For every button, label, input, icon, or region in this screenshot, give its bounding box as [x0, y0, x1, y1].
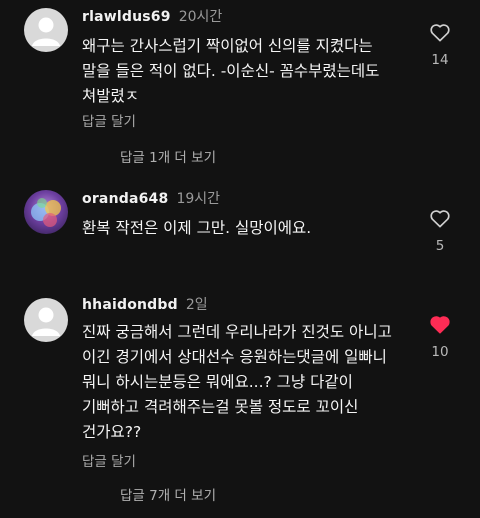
like-button[interactable]: 14 [424, 22, 456, 68]
reply-button[interactable]: 답글 달기 [82, 110, 136, 130]
comment-header: oranda648 19시간 [82, 188, 220, 208]
comment-item: oranda648 19시간 환복 작전은 이제 그만. 실망이에요. 5 [0, 180, 480, 280]
like-count: 14 [431, 52, 449, 68]
timestamp: 2일 [185, 297, 208, 313]
avatar[interactable] [24, 8, 68, 52]
comment-item: hhaidondbd 2일 진짜 궁금해서 그런데 우리나라가 진것도 아니고 이… [0, 290, 480, 518]
comment-text: 왜구는 간사스럽기 짝이없어 신의를 지켰다는 말을 들은 적이 없다. -이순… [82, 37, 380, 105]
username[interactable]: rlawldus69 [82, 9, 171, 25]
timestamp: 20시간 [178, 9, 223, 25]
like-button[interactable]: 10 [424, 314, 456, 360]
comment-header: hhaidondbd 2일 [82, 294, 208, 314]
timestamp: 19시간 [176, 191, 221, 207]
comment-header: rlawldus69 20시간 [82, 6, 222, 26]
heart-filled-icon [430, 316, 450, 334]
like-count: 5 [435, 238, 445, 254]
avatar[interactable] [24, 190, 68, 234]
view-more-replies[interactable]: 답글 7개 더 보기 [120, 484, 216, 504]
like-button[interactable]: 5 [424, 208, 456, 254]
profile-photo-icon [31, 198, 61, 227]
comment-item: rlawldus69 20시간 왜구는 간사스럽기 짝이없어 신의를 지켰다는 말… [0, 0, 480, 170]
heart-outline-icon [430, 210, 450, 228]
username[interactable]: oranda648 [82, 191, 168, 207]
reply-button[interactable]: 답글 달기 [82, 450, 136, 470]
default-avatar-icon [32, 17, 60, 46]
view-more-replies[interactable]: 답글 1개 더 보기 [120, 146, 216, 166]
like-count: 10 [431, 344, 449, 360]
comment-text: 진짜 궁금해서 그런데 우리나라가 진것도 아니고 이긴 경기에서 상대선수 응… [82, 323, 392, 441]
heart-outline-icon [430, 24, 450, 42]
avatar[interactable] [24, 298, 68, 342]
comment-text: 환복 작전은 이제 그만. 실망이에요. [82, 219, 312, 237]
username[interactable]: hhaidondbd [82, 297, 178, 313]
default-avatar-icon [32, 307, 60, 336]
